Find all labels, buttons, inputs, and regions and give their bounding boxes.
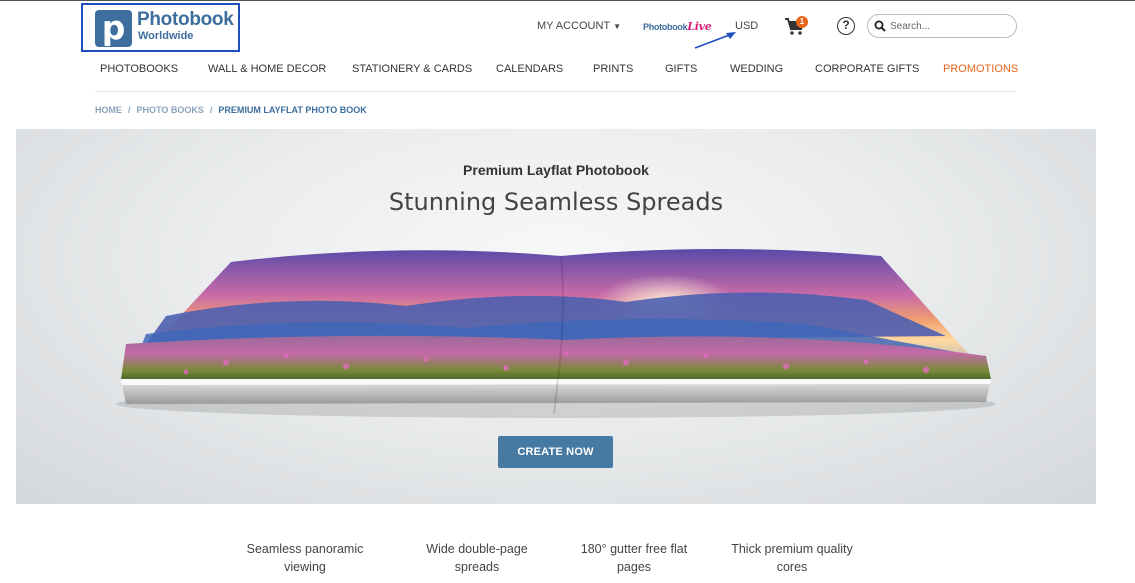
feature-line: Thick premium quality (731, 542, 853, 556)
top-border (0, 0, 1135, 1)
nav-item-corporate-gifts[interactable]: CORPORATE GIFTS (815, 63, 919, 75)
nav-item-photobooks[interactable]: PHOTOBOOKS (100, 63, 178, 75)
nav-item-stationery-cards[interactable]: STATIONERY & CARDS (352, 63, 472, 75)
breadcrumb-separator: / (209, 105, 213, 115)
nav-item-gifts[interactable]: GIFTS (665, 63, 697, 75)
breadcrumb: HOME / PHOTO BOOKS / PREMIUM LAYFLAT PHOTO B… (95, 105, 367, 115)
currency-selector[interactable]: USD (735, 20, 758, 32)
breadcrumb-current: PREMIUM LAYFLAT PHOTO BOOK (218, 105, 367, 115)
feature-line: cores (776, 560, 808, 574)
nav-item-wedding[interactable]: WEDDING (730, 63, 783, 75)
hero-kicker: Premium Layflat Photobook (463, 162, 649, 178)
breadcrumb-home[interactable]: HOME (95, 105, 122, 115)
feature-line: Wide double-page (426, 542, 528, 556)
logo-subtitle: Worldwide (138, 30, 194, 42)
feature-line: viewing (284, 560, 326, 574)
nav-item-calendars[interactable]: CALENDARS (496, 63, 563, 75)
feature-item: Seamless panoramic viewing (235, 540, 375, 576)
feature-item: Wide double-page spreads (407, 540, 547, 576)
logo-mark-icon: p (95, 9, 132, 47)
search-box (867, 14, 1017, 38)
photobook-live-brand: Photobook (643, 22, 688, 32)
feature-line: pages (616, 560, 652, 574)
hero-banner: Premium Layflat Photobook Stunning Seaml… (16, 129, 1096, 504)
nav-item-prints[interactable]: PRINTS (593, 63, 633, 75)
feature-line: 180° gutter free flat (580, 542, 688, 556)
search-icon[interactable] (874, 20, 886, 32)
feature-line: Seamless panoramic (246, 542, 364, 556)
breadcrumb-photo-books[interactable]: PHOTO BOOKS (137, 105, 204, 115)
my-account-menu[interactable]: MY ACCOUNT ▼ (537, 20, 621, 32)
breadcrumb-separator: / (128, 105, 131, 115)
chevron-down-icon: ▼ (613, 22, 622, 31)
feature-line: spreads (454, 560, 500, 574)
layflat-photobook-image (116, 249, 996, 418)
nav-divider (95, 91, 1016, 92)
create-now-button[interactable]: CREATE NOW (498, 436, 613, 468)
hero-title: Stunning Seamless Spreads (388, 188, 724, 216)
main-nav: PHOTOBOOKS WALL & HOME DECOR STATIONERY … (100, 63, 1018, 77)
feature-item: Thick premium quality cores (722, 540, 862, 576)
logo-title: Photobook (137, 9, 234, 30)
nav-item-wall-home-decor[interactable]: WALL & HOME DECOR (208, 63, 326, 75)
search-input[interactable] (890, 18, 1010, 34)
site-logo[interactable]: p Photobook Worldwide (81, 3, 240, 52)
my-account-label: MY ACCOUNT (537, 20, 611, 32)
cart-count-badge: 1 (796, 16, 808, 28)
help-icon[interactable]: ? (837, 17, 855, 35)
feature-item: 180° gutter free flat pages (564, 540, 704, 576)
nav-item-promotions[interactable]: PROMOTIONS (943, 63, 1018, 75)
